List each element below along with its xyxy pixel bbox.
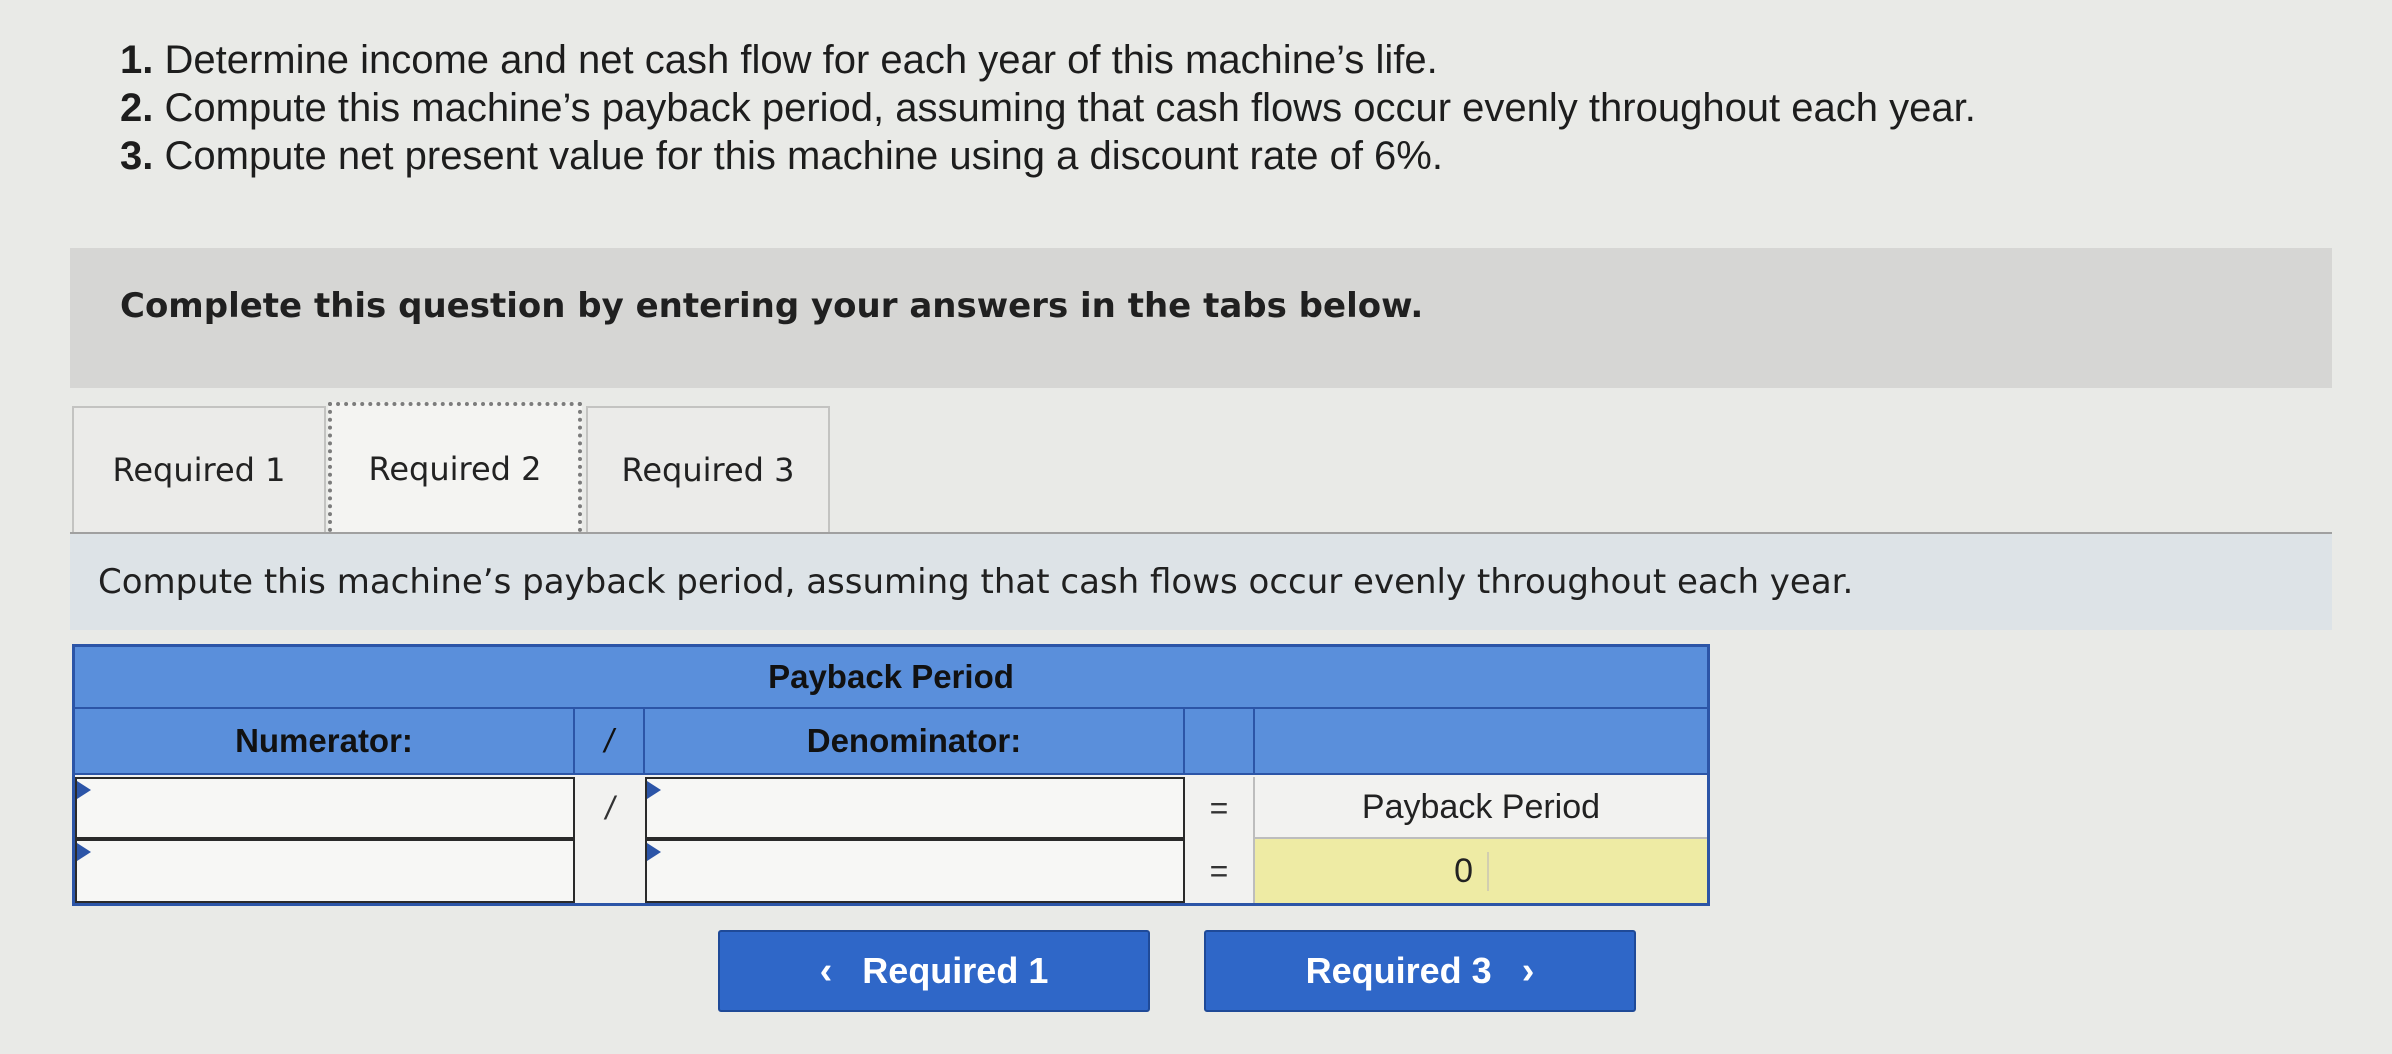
tab-required-2[interactable]: Required 2 <box>328 402 582 532</box>
numerator-input[interactable] <box>75 839 575 903</box>
result-label: Payback Period <box>1255 777 1707 839</box>
input-arrow-icon <box>647 781 661 799</box>
payback-period-result: 0 <box>1255 839 1707 903</box>
table-title: Payback Period <box>75 647 1707 709</box>
prev-button-label: Required 1 <box>862 950 1049 991</box>
numerator-header: Numerator: <box>75 709 575 775</box>
prev-required-1-button[interactable]: ‹ Required 1 <box>718 930 1150 1012</box>
instruction-text: Compute this machine’s payback period, a… <box>164 86 1976 130</box>
tab-required-1[interactable]: Required 1 <box>72 406 326 532</box>
instructions-list: 1. Determine income and net cash flow fo… <box>120 36 1976 180</box>
instruction-number: 3. <box>120 134 154 178</box>
input-arrow-icon <box>77 781 91 799</box>
equals-header <box>1185 709 1255 775</box>
input-arrow-icon <box>77 843 91 861</box>
next-required-3-button[interactable]: Required 3 › <box>1204 930 1636 1012</box>
instruction-text: Determine income and net cash flow for e… <box>164 38 1438 82</box>
divider-header: / <box>575 709 645 775</box>
chevron-left-icon: ‹ <box>819 949 833 992</box>
divider-cell <box>575 839 645 903</box>
banner-text: Complete this question by entering your … <box>120 286 1424 326</box>
equals-symbol: = <box>1185 839 1255 903</box>
divider-symbol: / <box>605 789 615 826</box>
denominator-input[interactable] <box>645 839 1185 903</box>
prompt-text: Compute this machine’s payback period, a… <box>98 562 1854 602</box>
instruction-item: 1. Determine income and net cash flow fo… <box>120 36 1976 84</box>
instruction-number: 2. <box>120 86 154 130</box>
denominator-input[interactable] <box>645 777 1185 839</box>
tab-label: Required 1 <box>112 451 286 489</box>
equals-symbol: = <box>1185 777 1255 839</box>
numerator-input[interactable] <box>75 777 575 839</box>
payback-period-value: 0 <box>1255 851 1489 891</box>
question-prompt: Compute this machine’s payback period, a… <box>70 534 2332 630</box>
instruction-number: 1. <box>120 38 154 82</box>
tab-required-3[interactable]: Required 3 <box>586 406 830 532</box>
denominator-header: Denominator: <box>645 709 1185 775</box>
tab-label: Required 2 <box>368 450 542 488</box>
instructions-banner: Complete this question by entering your … <box>70 248 2332 388</box>
payback-period-table: Payback Period Numerator: / Denominator:… <box>72 644 1710 906</box>
tab-label: Required 3 <box>621 451 795 489</box>
chevron-right-icon: › <box>1521 949 1535 992</box>
next-button-label: Required 3 <box>1305 950 1492 991</box>
instruction-item: 3. Compute net present value for this ma… <box>120 132 1976 180</box>
instruction-item: 2. Compute this machine’s payback period… <box>120 84 1976 132</box>
result-header <box>1255 709 1707 775</box>
input-arrow-icon <box>647 843 661 861</box>
instruction-text: Compute net present value for this machi… <box>164 134 1443 178</box>
